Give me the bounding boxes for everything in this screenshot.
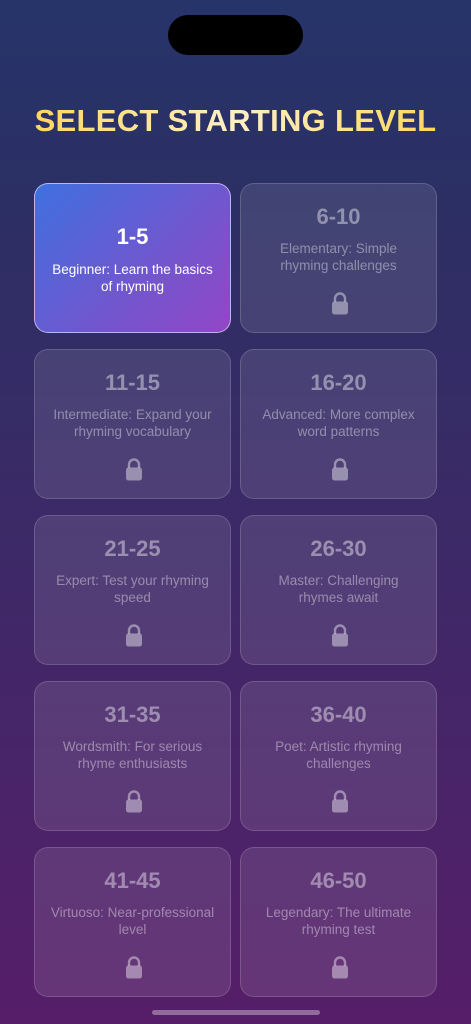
lock-icon: [126, 458, 142, 481]
level-card-16-20[interactable]: 16-20 Advanced: More complex word patter…: [240, 349, 437, 499]
lock-icon: [332, 458, 348, 481]
lock-icon: [332, 956, 348, 979]
level-card-11-15[interactable]: 11-15 Intermediate: Expand your rhyming …: [34, 349, 231, 499]
level-range: 41-45: [104, 868, 161, 893]
lock-icon: [126, 624, 142, 647]
lock-icon: [332, 624, 348, 647]
level-description: Wordsmith: For serious rhyme enthusiasts: [62, 739, 203, 771]
level-description: Expert: Test your rhyming speed: [56, 573, 209, 605]
level-card-41-45[interactable]: 41-45 Virtuoso: Near-professional level: [34, 847, 231, 997]
level-card-1-5[interactable]: 1-5 Beginner: Learn the basics of rhymin…: [34, 183, 231, 333]
home-indicator[interactable]: [152, 1010, 320, 1015]
level-range: 16-20: [310, 370, 367, 395]
level-range: 46-50: [310, 868, 367, 893]
level-range: 21-25: [104, 536, 161, 561]
dynamic-island: [168, 15, 303, 55]
level-card-31-35[interactable]: 31-35 Wordsmith: For serious rhyme enthu…: [34, 681, 231, 831]
page-title: SELECT STARTING LEVEL: [0, 103, 471, 139]
level-card-21-25[interactable]: 21-25 Expert: Test your rhyming speed: [34, 515, 231, 665]
level-description: Intermediate: Expand your rhyming vocabu…: [53, 407, 212, 439]
level-range: 31-35: [104, 702, 161, 727]
level-range: 6-10: [316, 204, 361, 229]
level-card-6-10[interactable]: 6-10 Elementary: Simple rhyming challeng…: [240, 183, 437, 333]
level-range: 26-30: [310, 536, 367, 561]
lock-icon: [126, 956, 142, 979]
level-description: Advanced: More complex word patterns: [262, 407, 415, 439]
level-range: 36-40: [310, 702, 367, 727]
level-description: Master: Challenging rhymes await: [278, 573, 399, 605]
level-card-46-50[interactable]: 46-50 Legendary: The ultimate rhyming te…: [240, 847, 437, 997]
level-card-26-30[interactable]: 26-30 Master: Challenging rhymes await: [240, 515, 437, 665]
lock-icon: [332, 790, 348, 813]
lock-icon: [332, 292, 348, 315]
level-description: Legendary: The ultimate rhyming test: [265, 905, 412, 937]
level-description: Virtuoso: Near-professional level: [50, 905, 215, 937]
level-description: Elementary: Simple rhyming challenges: [279, 241, 398, 273]
level-range: 11-15: [104, 370, 161, 395]
level-grid: 1-5 Beginner: Learn the basics of rhymin…: [34, 183, 437, 997]
level-card-36-40[interactable]: 36-40 Poet: Artistic rhyming challenges: [240, 681, 437, 831]
lock-icon: [126, 790, 142, 813]
level-description: Poet: Artistic rhyming challenges: [275, 739, 402, 771]
level-description: Beginner: Learn the basics of rhyming: [52, 262, 213, 294]
level-range: 1-5: [116, 224, 149, 249]
